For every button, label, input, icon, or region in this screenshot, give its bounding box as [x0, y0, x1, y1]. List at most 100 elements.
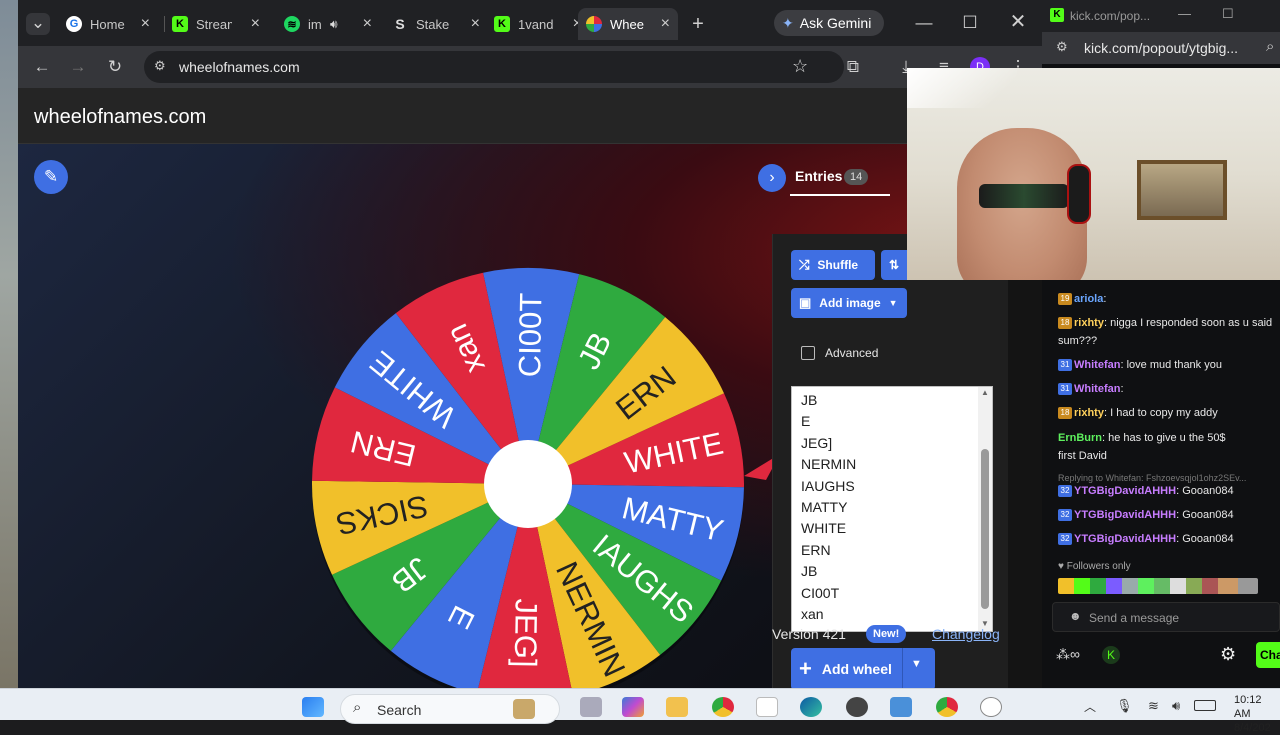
extensions-icon[interactable]: ⧉ — [841, 57, 865, 77]
minimize-icon[interactable]: — — [1178, 6, 1191, 21]
entries-count-badge: 14 — [844, 169, 869, 185]
chat-username[interactable]: Whitefan — [1074, 359, 1120, 371]
volume-icon[interactable]: 🔊︎ — [1172, 698, 1180, 714]
site-info-icon[interactable]: ⚙ — [154, 58, 166, 74]
emote-bar — [1058, 578, 1280, 598]
entry-item[interactable]: NERMIN — [792, 454, 992, 475]
chat-text: I had to copy my addy — [1110, 407, 1218, 419]
stake-icon: S — [395, 16, 405, 32]
minimize-icon[interactable]: — — [912, 13, 936, 33]
taskbar-clock[interactable]: 10:12 AM 8/4/202 — [1234, 693, 1280, 735]
reload-icon[interactable]: ↻ — [103, 57, 127, 77]
chrome-icon[interactable] — [712, 697, 734, 717]
microphone-icon[interactable]: 🎙︎ — [1116, 698, 1133, 714]
photos-icon[interactable] — [890, 697, 912, 717]
close-icon[interactable]: × — [141, 16, 150, 32]
list-scrollbar[interactable]: ▲ ▼ — [978, 387, 992, 631]
edge-icon[interactable] — [800, 697, 822, 717]
chat-username[interactable]: YTGBigDavidAHHH — [1074, 509, 1176, 521]
tab-stake[interactable]: S Stake × — [384, 8, 488, 40]
tab-search-icon[interactable]: ⌄ — [26, 13, 50, 35]
entries-textarea[interactable]: JB E JEG] NERMIN IAUGHS MATTY WHITE ERN JB CI00T x… — [791, 386, 993, 632]
close-icon[interactable]: × — [661, 16, 670, 32]
close-window-icon[interactable]: ✕ — [1006, 12, 1030, 32]
copilot-icon[interactable] — [622, 697, 644, 717]
site-title[interactable]: wheelofnames.com — [34, 106, 206, 129]
back-icon[interactable]: ← — [30, 57, 54, 77]
entry-item[interactable]: E — [792, 411, 992, 432]
chat-input[interactable]: ☻ Send a message — [1052, 602, 1280, 632]
site-info-icon[interactable]: ⚙ — [1056, 39, 1068, 55]
edit-pencil-button[interactable]: ✎ — [34, 160, 68, 194]
checkbox-icon[interactable] — [801, 346, 815, 360]
changelog-link[interactable]: Changelog — [932, 626, 1000, 642]
search-icon[interactable]: ⌕ — [1266, 38, 1274, 55]
chat-username[interactable]: YTGBigDavidAHHH — [1074, 533, 1176, 545]
scroll-thumb[interactable] — [981, 449, 989, 609]
store-icon[interactable] — [756, 697, 778, 717]
chat-username[interactable]: ErnBurn — [1058, 432, 1102, 444]
new-tab-icon[interactable]: + — [686, 14, 710, 34]
chevron-up-icon[interactable]: ︿ — [1084, 698, 1096, 715]
obs-icon[interactable] — [846, 697, 868, 717]
gemini-icon: ✦ — [782, 14, 794, 31]
tab-wheel[interactable]: Whee × — [578, 8, 678, 40]
entry-item[interactable]: CI00T — [792, 583, 992, 604]
close-icon[interactable]: × — [471, 16, 480, 32]
chrome-profile-icon[interactable] — [936, 697, 958, 717]
browser-window: ⌄ G Home × K Stream × ≋ im 🔊︎ × S Stake … — [18, 0, 1042, 688]
entry-item[interactable]: IAUGHS — [792, 476, 992, 497]
chat-username[interactable]: ariola — [1074, 293, 1103, 305]
chat-text: Gooan084 — [1182, 533, 1234, 545]
chat-username[interactable]: rixhty — [1074, 407, 1104, 419]
tab-spotify[interactable]: ≋ im 🔊︎ × — [276, 8, 380, 40]
address-bar[interactable]: ⚙ wheelofnames.com ☆ — [144, 51, 844, 83]
close-icon[interactable]: × — [363, 16, 372, 32]
chat-send-button[interactable]: Cha — [1256, 642, 1280, 668]
media-player-icon[interactable] — [980, 697, 1002, 717]
battery-icon[interactable] — [1194, 700, 1216, 711]
maximize-icon[interactable]: ☐ — [1222, 6, 1234, 22]
chevron-down-icon[interactable]: ▼ — [911, 658, 922, 670]
tab-stream[interactable]: K Stream × — [164, 8, 268, 40]
entry-item[interactable]: WHITE — [792, 518, 992, 539]
shuffle-button[interactable]: ⤮ Shuffle — [791, 250, 875, 280]
add-wheel-button[interactable]: + Add wheel ▼ — [791, 648, 935, 688]
add-image-button[interactable]: ▣ Add image ▼ — [791, 288, 907, 318]
gear-icon[interactable]: ⚙ — [1220, 644, 1236, 665]
name-wheel[interactable]: WHITEMATTYIAUGHSNERMINJEG]EJBSICKSERNWHI… — [308, 264, 780, 688]
scroll-up-icon[interactable]: ▲ — [981, 388, 989, 397]
tab-home[interactable]: G Home × — [58, 8, 158, 40]
speaker-icon[interactable]: 🔊︎ — [330, 17, 338, 32]
wifi-icon[interactable]: ≋ — [1148, 698, 1159, 714]
entry-item[interactable]: JB — [792, 390, 992, 411]
maximize-icon[interactable]: ☐ — [958, 13, 982, 33]
task-view-icon[interactable] — [580, 697, 602, 717]
smiley-icon[interactable]: ☻ — [1069, 609, 1082, 623]
infinity-icon[interactable]: ⁂∞ — [1056, 646, 1080, 663]
tab-1vand[interactable]: K 1vand × — [486, 8, 590, 40]
entry-item[interactable]: JB — [792, 561, 992, 582]
entry-item[interactable]: ERN — [792, 540, 992, 561]
emote-strip[interactable] — [1058, 578, 1258, 594]
chrome-home-icon: G — [66, 16, 82, 32]
bookmark-star-icon[interactable]: ☆ — [792, 56, 808, 77]
chat-username[interactable]: Whitefan — [1074, 383, 1120, 395]
collapse-panel-button[interactable]: › — [758, 164, 786, 192]
close-icon[interactable]: × — [251, 16, 260, 32]
wheel-center-hub[interactable] — [484, 440, 572, 528]
advanced-checkbox[interactable]: Advanced — [801, 346, 878, 360]
chevron-down-icon: ▼ — [888, 298, 898, 308]
chat-message: ErnBurn: he has to give u the 50$ — [1058, 430, 1280, 446]
entry-item[interactable]: MATTY — [792, 497, 992, 518]
file-explorer-icon[interactable] — [666, 697, 688, 717]
forward-icon[interactable]: → — [66, 57, 90, 77]
ask-gemini-button[interactable]: ✦ Ask Gemini — [774, 10, 884, 36]
entry-item[interactable]: JEG] — [792, 433, 992, 454]
windows-start-icon[interactable] — [302, 697, 324, 717]
kick-coin-icon[interactable]: K — [1102, 646, 1120, 664]
chat-username[interactable]: YTGBigDavidAHHH — [1074, 485, 1176, 497]
followers-only-notice: ♥ Followers only — [1058, 561, 1131, 572]
tab-entries[interactable]: Entries — [795, 168, 842, 184]
chat-username[interactable]: rixhty — [1074, 317, 1104, 329]
